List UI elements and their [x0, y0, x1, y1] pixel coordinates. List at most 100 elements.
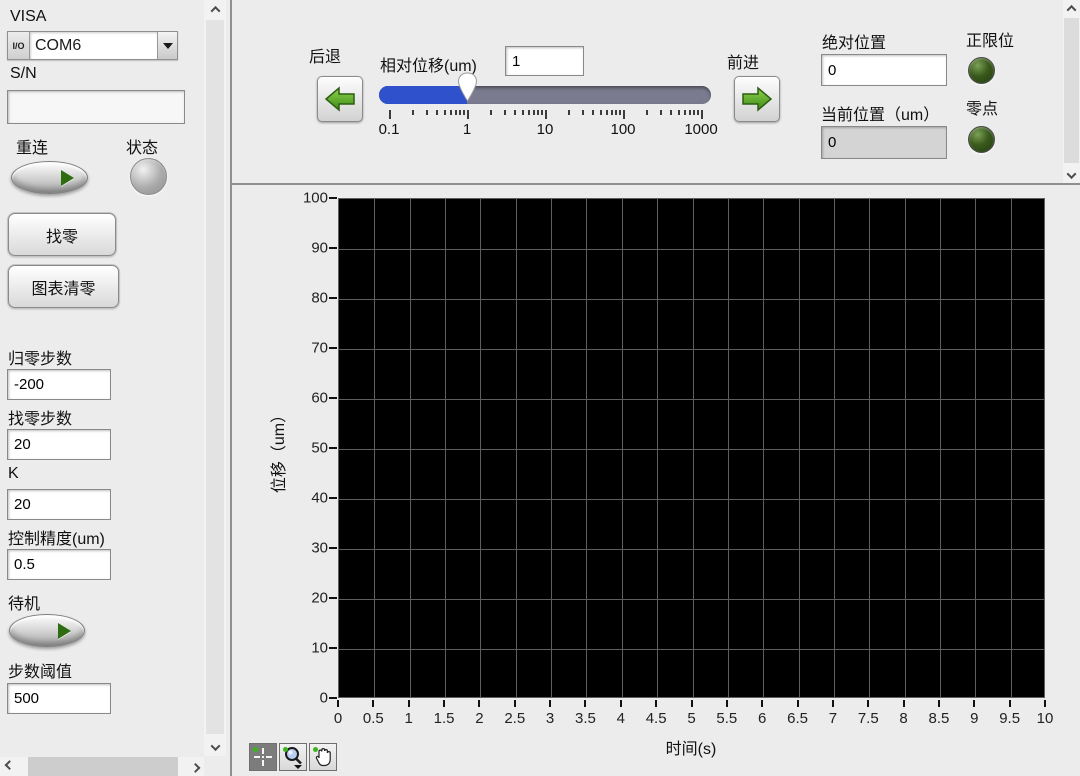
- back-button[interactable]: [317, 76, 363, 122]
- slider-fill: [379, 86, 467, 104]
- chevron-right-icon: [190, 763, 200, 773]
- scroll-up-button[interactable]: [204, 0, 226, 18]
- toggle-arrow-icon: [58, 623, 71, 639]
- pan-tool-button[interactable]: [309, 743, 337, 771]
- slider-scale-label: 100: [610, 121, 635, 138]
- gridline: [339, 599, 1044, 600]
- slider-tick: [436, 110, 438, 115]
- standby-toggle[interactable]: [9, 614, 85, 647]
- x-tick-mark: [973, 700, 975, 707]
- gridline: [834, 199, 835, 697]
- visa-io-icon: I/O: [8, 32, 30, 59]
- left-control-panel: VISA I/O COM6 S/N 重连 状态 找零 图表清零 归零步数 找零步…: [0, 0, 230, 776]
- x-tick-mark: [408, 700, 410, 707]
- x-tick-mark: [372, 700, 374, 707]
- x-tick-mark: [584, 700, 586, 707]
- x-tick-mark: [443, 700, 445, 707]
- x-tick-label: 2.5: [504, 710, 525, 727]
- gridline: [905, 199, 906, 697]
- x-tick-label: 9: [970, 710, 978, 727]
- slider-thumb[interactable]: [457, 72, 478, 102]
- x-tick-label: 7: [829, 710, 837, 727]
- chevron-up-icon: [210, 5, 220, 15]
- reconnect-toggle[interactable]: [11, 161, 88, 194]
- step-threshold-label: 步数阈值: [8, 658, 72, 682]
- y-tick-label: 40: [284, 490, 328, 507]
- x-tick-label: 1: [405, 710, 413, 727]
- tool-active-dot: [313, 747, 318, 752]
- y-tick-label: 90: [284, 240, 328, 257]
- slider-tick: [545, 110, 547, 119]
- slider-tick: [537, 110, 539, 115]
- y-tick-mark: [329, 647, 337, 649]
- slider-tick: [426, 110, 428, 115]
- motion-control-panel: 后退 相对位移(um) 0.11101001000 前进 绝对位置 当前位置（u…: [232, 0, 1080, 183]
- slider-tick: [606, 110, 608, 115]
- positive-limit-label: 正限位: [966, 27, 1014, 51]
- slider-tick: [412, 110, 414, 115]
- y-tick-label: 60: [284, 390, 328, 407]
- slider-tick: [459, 110, 461, 115]
- scroll-up-button[interactable]: [1063, 0, 1080, 16]
- find-zero-steps-field[interactable]: [7, 429, 111, 460]
- top-panel-vscrollbar[interactable]: [1063, 0, 1080, 183]
- slider-tick: [693, 110, 695, 115]
- x-tick-label: 1.5: [434, 710, 455, 727]
- serial-number-label: S/N: [10, 65, 37, 83]
- serial-number-field[interactable]: [7, 90, 185, 124]
- visa-dropdown-button[interactable]: [157, 32, 177, 59]
- absolute-position-field[interactable]: [821, 54, 947, 86]
- arrow-right-icon: [741, 86, 773, 112]
- x-tick-label: 7.5: [858, 710, 879, 727]
- x-tick-label: 5.5: [716, 710, 737, 727]
- k-label: K: [8, 465, 19, 483]
- scroll-right-button[interactable]: [186, 757, 204, 776]
- slider-tick: [455, 110, 457, 115]
- left-panel-vscrollbar[interactable]: [204, 0, 226, 756]
- relative-displacement-field[interactable]: [505, 46, 584, 76]
- vscrollbar-thumb[interactable]: [1064, 18, 1079, 163]
- find-zero-button[interactable]: 找零: [8, 213, 116, 256]
- x-tick-mark: [797, 700, 799, 707]
- current-position-indicator: [821, 126, 947, 159]
- k-field[interactable]: [7, 489, 111, 520]
- zoom-tool-button[interactable]: [279, 743, 307, 771]
- left-panel-hscrollbar[interactable]: [0, 757, 204, 776]
- x-tick-label: 10: [1037, 710, 1054, 727]
- y-tick-mark: [329, 597, 337, 599]
- x-tick-label: 0.5: [363, 710, 384, 727]
- slider-tick: [689, 110, 691, 115]
- forward-button[interactable]: [734, 76, 780, 122]
- control-precision-field[interactable]: [7, 549, 111, 580]
- x-tick-mark: [867, 700, 869, 707]
- x-tick-label: 4.5: [646, 710, 667, 727]
- crosshair-tool-button[interactable]: [249, 743, 277, 771]
- scroll-down-button[interactable]: [204, 738, 226, 756]
- gridline: [693, 199, 694, 697]
- scroll-down-button[interactable]: [1063, 167, 1080, 183]
- hscrollbar-thumb[interactable]: [28, 757, 178, 776]
- chart-clear-button[interactable]: 图表清零: [8, 265, 119, 308]
- chevron-down-icon: [1067, 169, 1077, 179]
- vscrollbar-thumb[interactable]: [206, 20, 224, 734]
- slider-tick: [697, 110, 699, 115]
- gridline: [374, 199, 375, 697]
- scroll-left-button[interactable]: [0, 757, 18, 776]
- x-tick-label: 8: [899, 710, 907, 727]
- relative-displacement-slider[interactable]: 0.11101001000: [379, 74, 715, 140]
- step-threshold-field[interactable]: [7, 683, 111, 714]
- tool-active-dot: [283, 747, 288, 752]
- slider-tick: [467, 110, 469, 119]
- slider-track[interactable]: [379, 86, 711, 104]
- x-tick-mark: [514, 700, 516, 707]
- slider-scale-label: 0.1: [379, 121, 400, 138]
- gridline: [551, 199, 552, 697]
- x-tick-label: 8.5: [929, 710, 950, 727]
- x-tick-label: 0: [334, 710, 342, 727]
- home-steps-field[interactable]: [7, 369, 111, 400]
- x-tick-mark: [620, 700, 622, 707]
- slider-tick: [646, 110, 648, 115]
- x-axis-label: 时间(s): [666, 735, 717, 759]
- visa-resource-combo[interactable]: I/O COM6: [7, 31, 178, 60]
- reconnect-label: 重连: [16, 134, 48, 158]
